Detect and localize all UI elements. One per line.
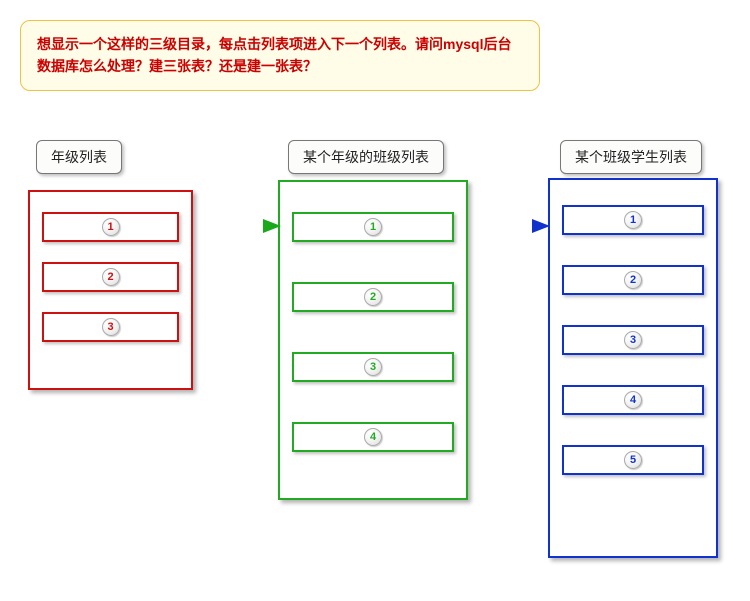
grade-item-1-number: 1 — [102, 218, 120, 236]
student-item-5-number: 5 — [624, 451, 642, 469]
class-item-1[interactable]: 1 — [292, 212, 454, 242]
grade-item-2[interactable]: 2 — [42, 262, 179, 292]
grade-item-2-number: 2 — [102, 268, 120, 286]
student-item-3[interactable]: 3 — [562, 325, 704, 355]
class-item-4[interactable]: 4 — [292, 422, 454, 452]
question-text: 想显示一个这样的三级目录，每点击列表项进入下一个列表。请问mysql后台数据库怎… — [37, 36, 511, 74]
label-grade: 年级列表 — [36, 140, 122, 174]
student-item-3-number: 3 — [624, 331, 642, 349]
grade-item-3-number: 3 — [102, 318, 120, 336]
grade-list: 1 2 3 — [28, 190, 193, 390]
student-item-1-number: 1 — [624, 211, 642, 229]
class-item-2[interactable]: 2 — [292, 282, 454, 312]
student-item-4[interactable]: 4 — [562, 385, 704, 415]
class-item-3[interactable]: 3 — [292, 352, 454, 382]
arrow-grade-to-class — [193, 216, 281, 236]
class-item-1-number: 1 — [364, 218, 382, 236]
class-list: 1 2 3 4 — [278, 180, 468, 500]
student-item-5[interactable]: 5 — [562, 445, 704, 475]
class-item-4-number: 4 — [364, 428, 382, 446]
label-class-text: 某个年级的班级列表 — [303, 149, 429, 165]
question-box: 想显示一个这样的三级目录，每点击列表项进入下一个列表。请问mysql后台数据库怎… — [20, 20, 540, 91]
student-item-2[interactable]: 2 — [562, 265, 704, 295]
student-list: 1 2 3 4 5 — [548, 178, 718, 558]
grade-item-1[interactable]: 1 — [42, 212, 179, 242]
label-student-text: 某个班级学生列表 — [575, 149, 687, 165]
label-class: 某个年级的班级列表 — [288, 140, 444, 174]
label-student: 某个班级学生列表 — [560, 140, 702, 174]
grade-item-3[interactable]: 3 — [42, 312, 179, 342]
arrow-class-to-student — [468, 216, 550, 236]
student-item-4-number: 4 — [624, 391, 642, 409]
label-grade-text: 年级列表 — [51, 149, 107, 165]
student-item-2-number: 2 — [624, 271, 642, 289]
student-item-1[interactable]: 1 — [562, 205, 704, 235]
class-item-2-number: 2 — [364, 288, 382, 306]
class-item-3-number: 3 — [364, 358, 382, 376]
